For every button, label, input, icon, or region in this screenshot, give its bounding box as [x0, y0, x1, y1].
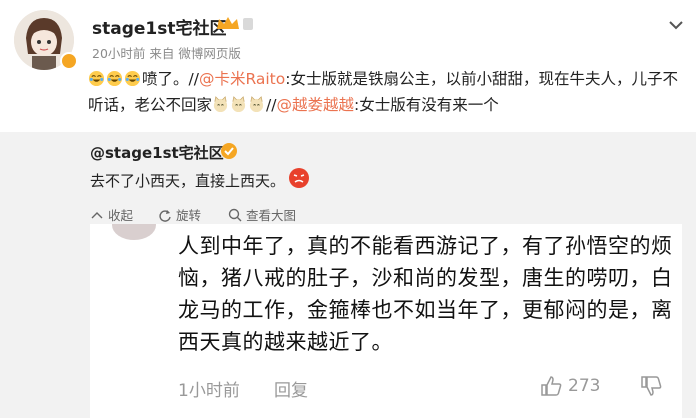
verified-badge-icon: [60, 52, 78, 70]
comment-text: 人到中年了，真的不能看西游记了，有了孙悟空的烦恼，猪八戒的肚子，沙和尚的发型，唐…: [178, 234, 673, 354]
thumbs-down-icon[interactable]: [640, 374, 662, 396]
laugh-cry-emoji-icon: [88, 70, 105, 87]
collect-label: 收起: [108, 208, 134, 223]
post-text-1: 喷了。//: [142, 70, 199, 88]
cat-emoji-icon: [231, 96, 246, 113]
cat-emoji-icon: [213, 96, 228, 113]
like-count: 273: [568, 376, 601, 396]
mention-link[interactable]: @越娄越越: [276, 96, 354, 114]
magnify-icon: [228, 208, 242, 221]
laugh-cry-emoji-icon: [106, 70, 123, 87]
comment-time: 1小时前: [178, 381, 240, 401]
like-button[interactable]: 273: [540, 376, 600, 396]
repost-username[interactable]: @stage1st宅社区: [90, 142, 224, 163]
cat-emoji-icon: [249, 96, 264, 113]
view-large-label: 查看大图: [246, 208, 297, 223]
angry-emoji-icon: [289, 168, 309, 188]
comment-screenshot[interactable]: 人到中年了，真的不能看西游记了，有了孙悟空的烦恼，猪八戒的肚子，沙和尚的发型，唐…: [90, 224, 682, 418]
verified-badge-icon: [221, 143, 237, 159]
post-content: 喷了。//@卡米Raito:女士版就是铁扇公主，以前小甜甜，现在牛夫人，儿子不听…: [88, 66, 688, 118]
mention-link[interactable]: @卡米Raito: [199, 70, 285, 88]
post-username[interactable]: stage1st宅社区: [92, 14, 227, 39]
post-meta: 20小时前 来自 微博网页版: [92, 46, 241, 61]
post-text-3: //: [266, 96, 277, 114]
thumbs-up-icon: [541, 376, 562, 396]
vip-crown-icon: [217, 17, 253, 30]
post-text-4: :女士版有没有来一个: [353, 96, 499, 114]
collect-button[interactable]: 收起: [90, 205, 133, 224]
rotate-icon: [159, 209, 171, 222]
commenter-avatar: [112, 224, 156, 240]
view-large-button[interactable]: 查看大图: [228, 205, 296, 224]
rotate-label: 旋转: [176, 208, 202, 223]
weibo-post: stage1st宅社区 20小时前 来自 微博网页版 喷了。//@卡米Raito…: [0, 0, 696, 132]
chevron-down-icon[interactable]: [668, 20, 684, 30]
rotate-button[interactable]: 旋转: [158, 205, 201, 224]
collapse-icon: [91, 211, 103, 218]
laugh-cry-emoji-icon: [124, 70, 141, 87]
repost-text: 去不了小西天，直接上西天。: [90, 172, 286, 190]
reply-button[interactable]: 回复: [274, 376, 308, 401]
